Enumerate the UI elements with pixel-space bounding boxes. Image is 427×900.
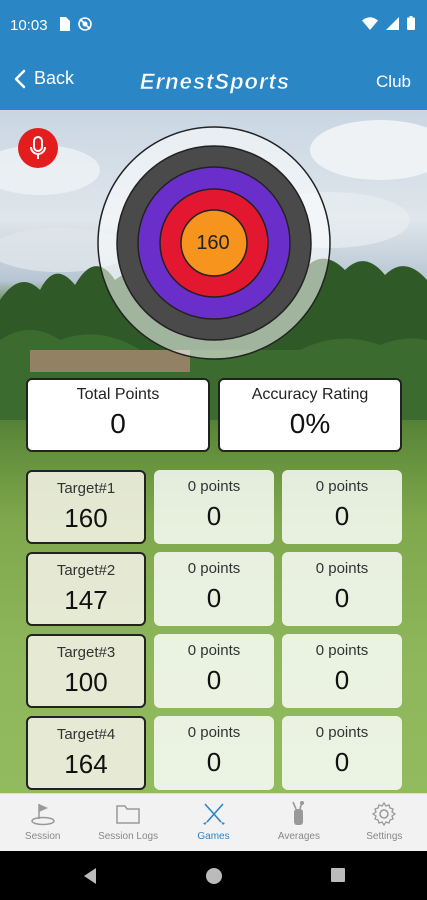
nav-label: Session — [24, 831, 61, 842]
bottom-nav: Session Session Logs Games Averages Sett… — [0, 793, 427, 851]
accuracy-rating-card: Accuracy Rating 0% — [218, 378, 402, 452]
score-value: 0 — [334, 747, 350, 777]
status-icons-left — [58, 17, 92, 31]
score-cell[interactable]: 0 points 0 — [282, 470, 402, 544]
target-label: Target#1 — [56, 480, 116, 497]
target-value: 100 — [64, 667, 108, 697]
nav-item-settings[interactable]: Settings — [342, 794, 427, 851]
brand-logo: ErnestSports — [140, 69, 290, 95]
score-cell[interactable]: 0 points 0 — [154, 470, 274, 544]
home-circle-icon[interactable] — [205, 867, 223, 885]
nav-label: Games — [197, 831, 230, 842]
score-value: 0 — [334, 583, 350, 613]
score-label: 0 points — [187, 560, 241, 577]
score-label: 0 points — [315, 560, 369, 577]
status-icons-right — [362, 16, 415, 30]
accuracy-rating-label: Accuracy Rating — [251, 386, 369, 403]
back-button[interactable]: Back — [14, 68, 74, 89]
status-time: 10:03 — [10, 17, 48, 34]
score-value: 0 — [334, 501, 350, 531]
crossed-clubs-icon — [202, 803, 225, 825]
recents-square-icon[interactable] — [330, 867, 346, 883]
bullseye-value: 160 — [196, 232, 230, 254]
target-value: 164 — [64, 749, 108, 779]
score-cell[interactable]: 0 points 0 — [154, 552, 274, 626]
score-cell[interactable]: 0 points 0 — [282, 634, 402, 708]
nav-item-games[interactable]: Games — [171, 794, 256, 851]
sim-card-icon — [60, 17, 70, 31]
score-label: 0 points — [315, 724, 369, 741]
accuracy-rating-value: 0% — [289, 408, 331, 439]
score-cell[interactable]: 0 points 0 — [282, 552, 402, 626]
total-points-label: Total Points — [76, 386, 160, 403]
club-button[interactable]: Club — [376, 72, 411, 92]
golf-bag-icon — [292, 801, 304, 825]
target-label: Target#3 — [56, 644, 116, 661]
score-label: 0 points — [187, 724, 241, 741]
brand-text: ErnestSports — [140, 69, 290, 94]
game-scene: 160 Total Points 0 Accuracy Rating 0% Ta… — [0, 110, 427, 793]
target-value: 160 — [64, 503, 108, 533]
total-points-card: Total Points 0 — [26, 378, 210, 452]
nav-item-averages[interactable]: Averages — [256, 794, 341, 851]
back-triangle-icon[interactable] — [82, 867, 98, 885]
nav-label: Averages — [277, 831, 320, 842]
target-label: Target#4 — [56, 726, 116, 743]
golf-hole-icon — [30, 804, 55, 826]
score-value: 0 — [206, 583, 222, 613]
target-3-card[interactable]: Target#3 100 — [26, 634, 146, 708]
nav-label: Session Logs — [98, 831, 159, 842]
chevron-left-icon — [14, 69, 26, 88]
nav-label: Settings — [366, 831, 403, 842]
score-cell[interactable]: 0 points 0 — [154, 716, 274, 790]
target-label: Target#2 — [56, 562, 116, 579]
score-value: 0 — [206, 501, 222, 531]
total-points-value: 0 — [110, 408, 126, 439]
folder-icon — [116, 805, 140, 824]
app-bar: Back ErnestSports Club — [0, 52, 427, 110]
score-value: 0 — [206, 747, 222, 777]
score-value: 0 — [206, 665, 222, 695]
score-label: 0 points — [315, 478, 369, 495]
score-label: 0 points — [187, 478, 241, 495]
target-1-card[interactable]: Target#1 160 — [26, 470, 146, 544]
microphone-button[interactable] — [18, 128, 58, 168]
nav-item-session[interactable]: Session — [0, 794, 85, 851]
signal-icon — [386, 16, 399, 30]
target-4-card[interactable]: Target#4 164 — [26, 716, 146, 790]
gear-icon — [372, 801, 397, 827]
target-2-card[interactable]: Target#2 147 — [26, 552, 146, 626]
score-label: 0 points — [187, 642, 241, 659]
score-cell[interactable]: 0 points 0 — [282, 716, 402, 790]
no-data-icon — [78, 17, 92, 31]
wifi-icon — [362, 16, 378, 30]
system-nav-bar — [0, 851, 427, 900]
microphone-icon — [30, 136, 46, 159]
score-value: 0 — [334, 665, 350, 695]
back-label: Back — [34, 68, 75, 88]
score-cell[interactable]: 0 points 0 — [154, 634, 274, 708]
score-label: 0 points — [315, 642, 369, 659]
target-value: 147 — [64, 585, 108, 615]
status-bar: 10:03 — [0, 0, 427, 52]
nav-item-session-logs[interactable]: Session Logs — [85, 794, 170, 851]
battery-icon — [407, 16, 415, 30]
